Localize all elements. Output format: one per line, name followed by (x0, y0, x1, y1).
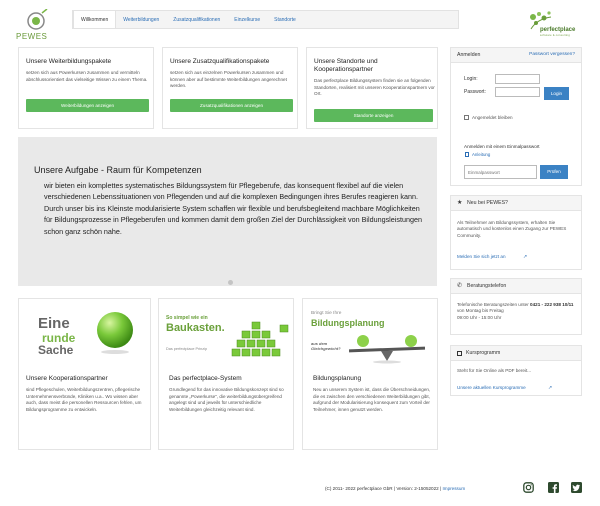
kursprogramm-panel: Kursprogramm Steht für Sie Online als PD… (450, 345, 582, 396)
img-text-prinzip: Das perfectplace Prinzip (166, 347, 208, 351)
twitter-icon[interactable] (571, 482, 582, 493)
card-kooperationspartner: Eine runde Sache Unsere Kooperationspart… (18, 298, 151, 450)
new-user-text: Als Teilnehmer am Bildungssystem, erhalt… (457, 220, 567, 238)
kursprogramm-text: Steht für Sie Online als PDF bereit... (457, 368, 532, 373)
green-ball-icon (97, 312, 133, 354)
card-text: setzen sich aus Powerkursen zusammen und… (26, 70, 148, 82)
document-icon (465, 152, 469, 157)
kursprogramm-header: Kursprogramm (451, 346, 581, 361)
card-zusatzqualifikationspakete: Unsere Zusatzqualifikationspakete setzen… (162, 47, 298, 129)
facebook-icon[interactable] (548, 482, 559, 493)
phone-icon: ✆ (457, 283, 463, 289)
img-text-eine: Eine (38, 315, 70, 332)
img-text-gleichgewicht: aus dem Gleichgewicht? (311, 341, 341, 351)
beratung-phone: 0421 - 222 938 10/11 (530, 302, 574, 307)
hero-banner: Unsere Aufgabe - Raum für Kompetenzen wi… (18, 137, 437, 286)
bildungsplanung-image: Bringt Sie Ihre Bildungsplanung aus dem … (307, 305, 436, 367)
img-text-baukasten: Baukasten. (166, 322, 225, 334)
register-link[interactable]: Melden Sie sich jetzt an (457, 254, 506, 259)
forgot-password-link[interactable]: Passwort vergessen? (529, 48, 575, 62)
card-title: Unsere Kooperationspartner (26, 375, 108, 382)
img-text-bringt: Bringt Sie Ihre (311, 311, 342, 316)
zusatzqualifikationen-button[interactable]: Zusatzqualifikationen anzeigen (170, 99, 293, 112)
main-nav: Willkommen Weiterbildungen Zusatzqualifi… (72, 10, 459, 29)
img-text-sache: Sache (38, 343, 74, 357)
card-text: setzen sich aus einzelnen Powerkursen zu… (170, 70, 287, 89)
password-label: Passwort: (464, 89, 486, 95)
hero-text: wir bieten ein komplettes systematisches… (44, 181, 422, 236)
card-text: Neu an unserem System ist, dass die Über… (313, 387, 431, 412)
beratung-body: Telefonische Beratungszeiten unter 0421 … (451, 294, 581, 326)
check-button[interactable]: Prüfen (540, 165, 568, 179)
beratung-header: ✆ Beratungstelefon (451, 279, 581, 294)
baukasten-image: So simpel wie ein Baukasten. Das perfect… (164, 305, 293, 367)
balance-icon (348, 335, 426, 364)
beratung-line1: Telefonische Beratungszeiten unter (457, 302, 529, 307)
new-user-header: ★ Neu bei PEWES? (451, 196, 581, 211)
guide-link[interactable]: Anleitung (472, 152, 490, 157)
instagram-icon[interactable] (523, 482, 534, 493)
img-text-bildungsplanung: Bildungsplanung (311, 318, 385, 328)
card-bildungsplanung: Bringt Sie Ihre Bildungsplanung aus dem … (302, 298, 438, 450)
card-text: Grundlegend für das innovative Bildungsk… (169, 387, 284, 412)
card-title: Das perfectplace-System (169, 375, 242, 382)
password-input[interactable] (495, 87, 540, 97)
beratung-line3: 09:00 Uhr - 15:00 Uhr (457, 314, 502, 320)
new-user-panel: ★ Neu bei PEWES? Als Teilnehmer am Bildu… (450, 195, 582, 270)
star-icon: ★ (457, 200, 463, 206)
card-weiterbildungspakete: Unsere Weiterbildungspakete setzen sich … (18, 47, 154, 129)
beratung-line2: von Montag bis Freitag (457, 308, 504, 314)
login-panel: Anmelden Passwort vergessen? Login: Pass… (450, 47, 582, 186)
one-time-password-input[interactable] (464, 165, 537, 179)
card-title: Unsere Zusatzqualifikationspakete (170, 58, 270, 65)
tab-weiterbildungen[interactable]: Weiterbildungen (116, 11, 166, 28)
impressum-link[interactable]: Impressum (442, 486, 465, 491)
copyright-text: (C) 2011- 2022 perfectplace GbR | Versio… (325, 486, 442, 491)
footer: (C) 2011- 2022 perfectplace GbR | Versio… (325, 486, 465, 491)
remember-checkbox[interactable] (464, 115, 469, 120)
login-input[interactable] (495, 74, 540, 84)
eine-runde-sache-image: Eine runde Sache (26, 305, 155, 367)
beratung-title: Beratungstelefon (467, 283, 507, 289)
tab-einzelkurse[interactable]: Einzelkurse (227, 11, 267, 28)
logo-text: PEWES (16, 32, 48, 41)
login-label: Login: (464, 76, 478, 82)
card-title: Unsere Weiterbildungspakete (26, 58, 112, 65)
external-link-icon: ↗ (548, 385, 553, 391)
beratung-panel: ✆ Beratungstelefon Telefonische Beratung… (450, 278, 582, 335)
login-title: Anmelden (457, 52, 481, 58)
tab-zusatzqualifikationen[interactable]: Zusatzqualifikationen (166, 11, 227, 28)
card-perfectplace-system: So simpel wie ein Baukasten. Das perfect… (158, 298, 294, 450)
remember-label: Angemeldet bleiben (472, 115, 513, 120)
tab-standorte[interactable]: Standorte (267, 11, 303, 28)
file-icon (457, 350, 462, 356)
card-text: sind Pflegeschulen, Weiterbildungszentre… (26, 387, 142, 412)
brand-subtext: software & consulting (540, 34, 571, 37)
card-standorte: Unsere Standorte und Kooperationspartner… (306, 47, 438, 129)
brand-text: perfectplace (540, 27, 576, 33)
new-user-title: Neu bei PEWES? (467, 200, 508, 206)
kursprogramm-link[interactable]: Unsere aktuellen Kursprogramme (457, 385, 526, 390)
login-header: Anmelden Passwort vergessen? (451, 48, 581, 63)
img-text-simpel: So simpel wie ein (166, 315, 208, 321)
kursprogramm-title: Kursprogramm (466, 350, 501, 356)
carousel-dot[interactable] (228, 280, 233, 285)
building-blocks-icon (231, 321, 289, 357)
external-link-icon: ↗ (523, 254, 528, 260)
one-time-text: Anmelden mit einem Einmalpasswort (464, 144, 540, 149)
hero-title: Unsere Aufgabe - Raum für Kompetenzen (34, 165, 202, 175)
login-button[interactable]: Login (544, 87, 569, 100)
weiterbildungen-button[interactable]: Weiterbildungen anzeigen (26, 99, 149, 112)
card-text: Das perfectplace Bildungssystem finden s… (314, 78, 435, 97)
tab-willkommen[interactable]: Willkommen (73, 11, 117, 28)
card-title: Unsere Standorte und Kooperationspartner (314, 58, 378, 73)
standorte-button[interactable]: Standorte anzeigen (314, 109, 433, 122)
card-title: Bildungsplanung (313, 375, 362, 382)
